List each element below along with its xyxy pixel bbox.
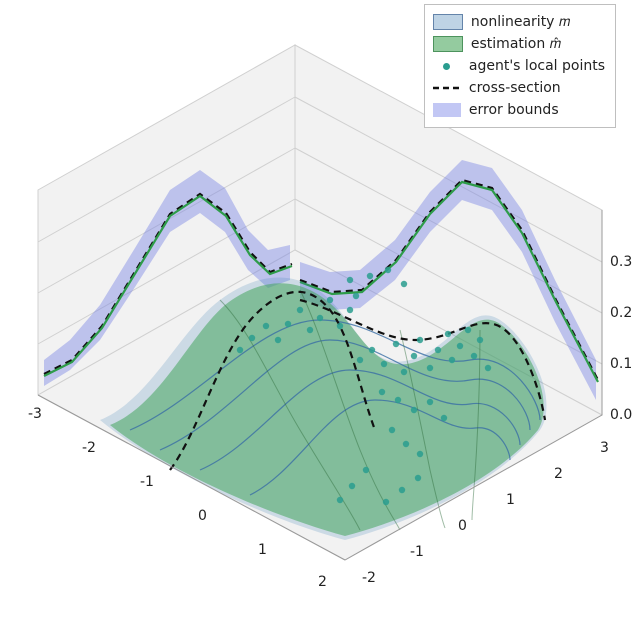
legend-swatch-icon bbox=[433, 36, 463, 52]
legend-item-nonlinearity: nonlinearity 𝑚 bbox=[433, 11, 605, 33]
legend-item-cross-section: cross-section bbox=[433, 77, 605, 99]
svg-text:0.0: 0.0 bbox=[610, 407, 632, 423]
svg-text:0: 0 bbox=[198, 508, 207, 524]
svg-text:1: 1 bbox=[506, 492, 515, 508]
legend: nonlinearity 𝑚 estimation 𝑚̂ agent's loc… bbox=[424, 4, 616, 128]
legend-swatch-icon bbox=[433, 103, 461, 117]
legend-label: estimation 𝑚̂ bbox=[471, 36, 561, 52]
legend-swatch-icon bbox=[433, 14, 463, 30]
svg-text:-2: -2 bbox=[82, 440, 96, 456]
svg-text:-1: -1 bbox=[410, 544, 424, 560]
svg-text:0: 0 bbox=[458, 518, 467, 534]
svg-text:1: 1 bbox=[258, 542, 267, 558]
legend-dash-icon bbox=[433, 81, 461, 95]
z-axis: 0.0 0.1 0.2 0.3 bbox=[602, 210, 632, 423]
legend-label: nonlinearity 𝑚 bbox=[471, 14, 570, 30]
svg-text:2: 2 bbox=[554, 466, 563, 482]
legend-item-local-points: agent's local points bbox=[433, 55, 605, 77]
svg-text:0.1: 0.1 bbox=[610, 356, 632, 372]
svg-text:-1: -1 bbox=[140, 474, 154, 490]
legend-label: error bounds bbox=[469, 102, 559, 118]
svg-text:-3: -3 bbox=[28, 406, 42, 422]
svg-text:0.2: 0.2 bbox=[610, 305, 632, 321]
svg-text:-2: -2 bbox=[362, 570, 376, 586]
svg-text:2: 2 bbox=[318, 574, 327, 590]
legend-label: agent's local points bbox=[469, 58, 605, 74]
legend-item-estimation: estimation 𝑚̂ bbox=[433, 33, 605, 55]
legend-dot-icon bbox=[433, 59, 461, 73]
svg-text:0.3: 0.3 bbox=[610, 254, 632, 270]
legend-label: cross-section bbox=[469, 80, 561, 96]
svg-text:3: 3 bbox=[600, 440, 609, 456]
legend-item-error-bounds: error bounds bbox=[433, 99, 605, 121]
